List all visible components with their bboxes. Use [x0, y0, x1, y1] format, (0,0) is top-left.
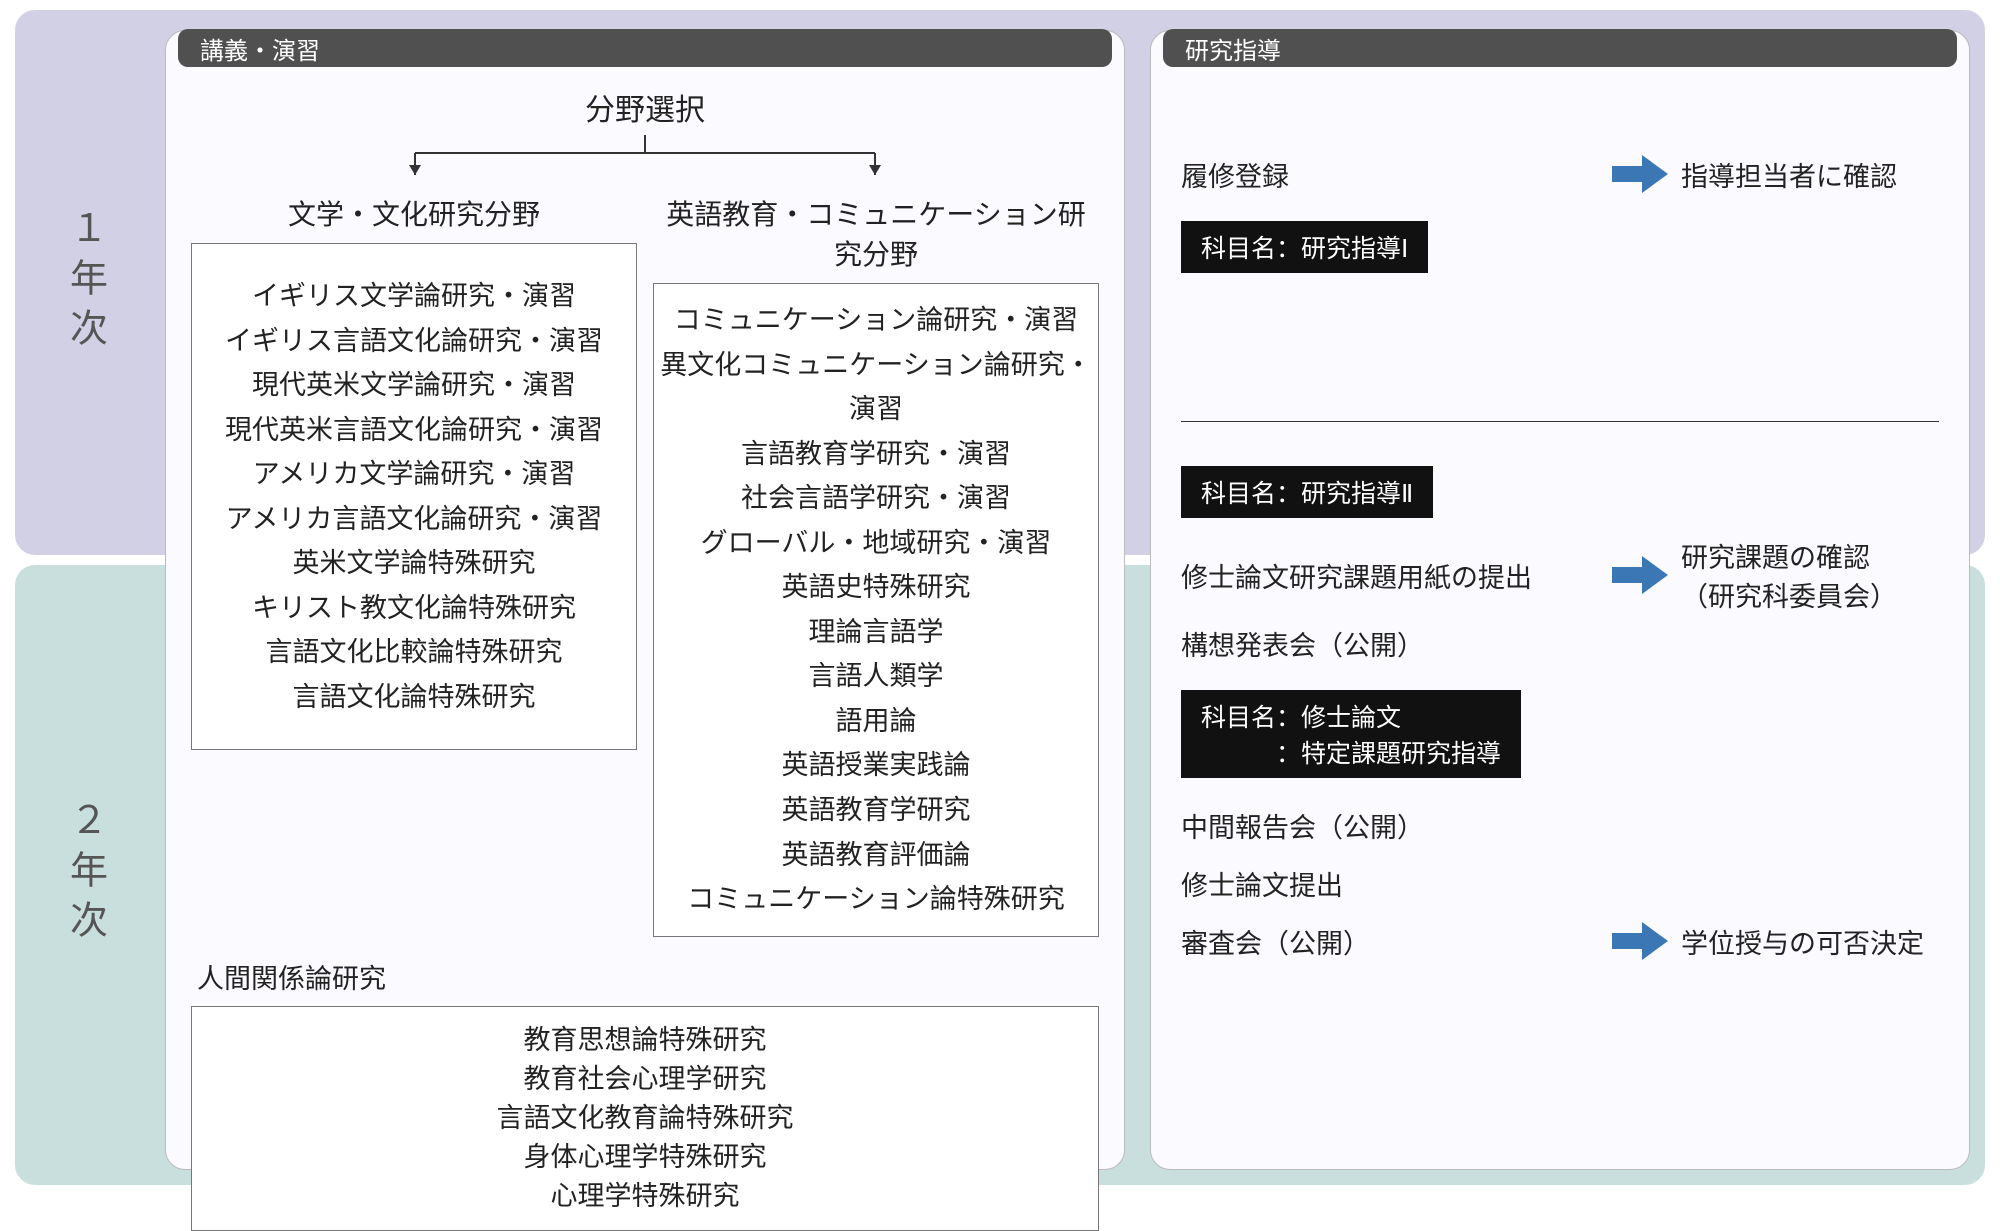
literature-course-box: イギリス文学論研究・演習イギリス言語文化論研究・演習現代英米文学論研究・演習現代…: [191, 243, 637, 750]
concept-presentation-row: 構想発表会（公開）: [1181, 614, 1939, 672]
course-item: 言語文化論特殊研究: [198, 675, 630, 720]
course-item: アメリカ言語文化論研究・演習: [198, 497, 630, 542]
review-label: 審査会（公開）: [1181, 922, 1601, 961]
course-item: 言語教育学研究・演習: [660, 432, 1092, 477]
research-guidance-panel-title: 研究指導: [1185, 31, 1281, 66]
concept-presentation-label: 構想発表会（公開）: [1181, 624, 1601, 663]
branch-connector-icon: [355, 135, 935, 187]
english-edu-column-head: 英語教育・コミュニケーション研究分野: [653, 193, 1099, 273]
english-edu-course-box: コミュニケーション論研究・演習異文化コミュニケーション論研究・演習言語教育学研究…: [653, 283, 1099, 937]
submit-paper-note: 研究課題の確認 （研究科委員会）: [1681, 536, 1939, 614]
year-2-label: ２年次: [30, 565, 140, 1185]
course-item: 心理学特殊研究: [198, 1177, 1092, 1216]
lectures-panel: 講義・演習 分野選択 文学・文化研究分野 イギリス文学論研究・演習イギリス言語文…: [165, 30, 1125, 1170]
literature-column: 文学・文化研究分野 イギリス文学論研究・演習イギリス言語文化論研究・演習現代英米…: [191, 193, 637, 937]
submit-paper-row: 修士論文研究課題用紙の提出 研究課題の確認 （研究科委員会）: [1181, 536, 1939, 614]
registration-label: 履修登録: [1181, 155, 1601, 194]
registration-row: 履修登録 指導担当者に確認: [1181, 145, 1939, 203]
review-note: 学位授与の可否決定: [1681, 922, 1939, 961]
course-item: 現代英米文学論研究・演習: [198, 363, 630, 408]
human-relations-head: 人間関係論研究: [197, 957, 1099, 996]
course-item: 言語文化教育論特殊研究: [198, 1099, 1092, 1138]
interim-report-label: 中間報告会（公開）: [1181, 806, 1601, 845]
course-pill-2: 科目名：研究指導Ⅱ: [1181, 466, 1433, 518]
course-pill-3: 科目名：修士論文 ：特定課題研究指導: [1181, 690, 1521, 778]
course-item: 異文化コミュニケーション論研究・演習: [660, 343, 1092, 432]
course-item: 言語文化比較論特殊研究: [198, 630, 630, 675]
review-row: 審査会（公開） 学位授与の可否決定: [1181, 912, 1939, 970]
course-item: イギリス文学論研究・演習: [198, 274, 630, 319]
thesis-submit-label: 修士論文提出: [1181, 864, 1601, 903]
course-item: 理論言語学: [660, 610, 1092, 655]
human-relations-course-box: 教育思想論特殊研究教育社会心理学研究言語文化教育論特殊研究身体心理学特殊研究心理…: [191, 1006, 1099, 1231]
english-edu-column: 英語教育・コミュニケーション研究分野 コミュニケーション論研究・演習異文化コミュ…: [653, 193, 1099, 937]
course-item: コミュニケーション論特殊研究: [660, 877, 1092, 922]
course-item: 英語教育学研究: [660, 788, 1092, 833]
arrow-right-icon: [1612, 554, 1670, 596]
course-item: 英米文学論特殊研究: [198, 541, 630, 586]
course-item: グローバル・地域研究・演習: [660, 521, 1092, 566]
lectures-panel-header: 講義・演習: [178, 29, 1112, 67]
arrow-right-icon: [1612, 153, 1670, 195]
literature-column-head: 文学・文化研究分野: [191, 193, 637, 233]
course-item: 英語教育評価論: [660, 833, 1092, 878]
research-guidance-panel-header: 研究指導: [1163, 29, 1957, 67]
course-item: 英語史特殊研究: [660, 565, 1092, 610]
course-item: コミュニケーション論研究・演習: [660, 298, 1092, 343]
course-item: アメリカ文学論研究・演習: [198, 452, 630, 497]
year-divider: [1181, 421, 1939, 422]
course-item: 身体心理学特殊研究: [198, 1138, 1092, 1177]
course-item: 言語人類学: [660, 654, 1092, 699]
thesis-submit-row: 修士論文提出: [1181, 854, 1939, 912]
submit-paper-label: 修士論文研究課題用紙の提出: [1181, 556, 1601, 595]
research-guidance-panel: 研究指導 履修登録 指導担当者に確認 科目名：研究指導Ⅰ 科目名：研究指導Ⅱ 修…: [1150, 30, 1970, 1170]
field-selection-label: 分野選択: [191, 85, 1099, 129]
year-1-label: １年次: [30, 10, 140, 555]
course-item: 教育社会心理学研究: [198, 1060, 1092, 1099]
arrow-right-icon: [1612, 920, 1670, 962]
course-item: 英語授業実践論: [660, 743, 1092, 788]
registration-note: 指導担当者に確認: [1681, 155, 1939, 194]
interim-report-row: 中間報告会（公開）: [1181, 796, 1939, 854]
course-item: キリスト教文化論特殊研究: [198, 586, 630, 631]
course-item: イギリス言語文化論研究・演習: [198, 319, 630, 364]
course-item: 語用論: [660, 699, 1092, 744]
course-pill-1: 科目名：研究指導Ⅰ: [1181, 221, 1428, 273]
course-item: 教育思想論特殊研究: [198, 1021, 1092, 1060]
course-item: 現代英米言語文化論研究・演習: [198, 408, 630, 453]
lectures-panel-title: 講義・演習: [200, 31, 320, 66]
course-item: 社会言語学研究・演習: [660, 476, 1092, 521]
